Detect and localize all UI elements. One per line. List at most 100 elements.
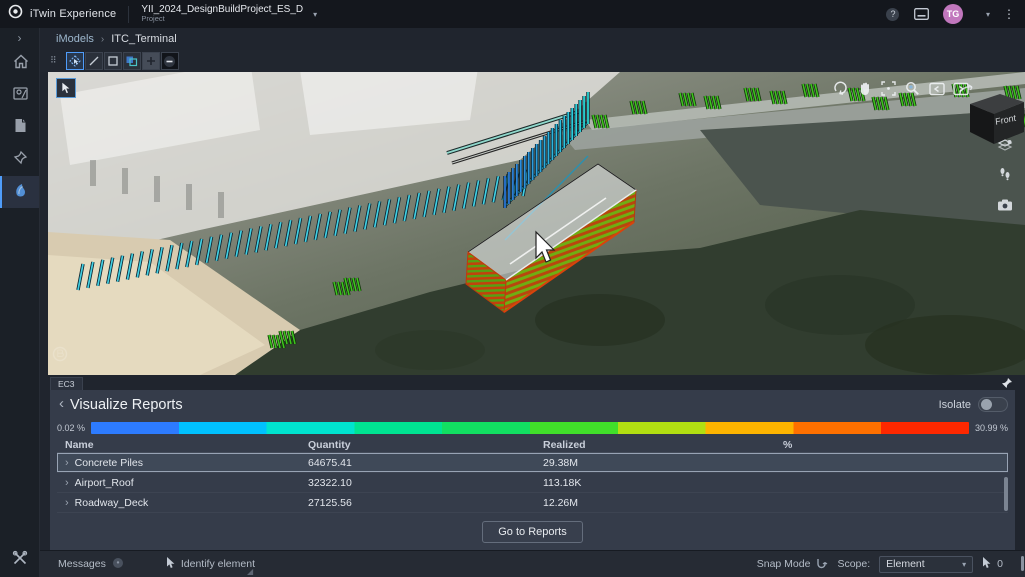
row-quantity: 32322.10 <box>300 477 535 489</box>
table-scrollbar[interactable] <box>1004 477 1008 511</box>
go-to-reports-button[interactable]: Go to Reports <box>482 521 582 543</box>
tab-ec3[interactable]: EC3 <box>50 377 83 390</box>
row-expand-chevron-icon[interactable]: › <box>65 477 69 489</box>
sidebar-item-ec3-active[interactable] <box>0 176 39 208</box>
overlap-squares-tool-button[interactable] <box>123 52 141 70</box>
select-arrow-button[interactable] <box>56 78 76 98</box>
viewport-side-tools <box>996 136 1013 213</box>
identify-cursor-icon <box>166 557 175 572</box>
table-header: Name Quantity Realized % <box>57 437 1008 453</box>
breadcrumb-imodels[interactable]: iModels <box>56 33 94 45</box>
camera-icon[interactable] <box>996 196 1013 213</box>
view-navigation-toolbar <box>832 80 969 97</box>
sidebar-item-pin[interactable] <box>0 144 39 176</box>
isolate-toggle[interactable] <box>978 397 1008 412</box>
left-sidebar: › <box>0 28 40 577</box>
sidebar-tools-button[interactable] <box>0 543 39 577</box>
back-chevron-icon[interactable]: ‹ <box>59 395 64 412</box>
feedback-icon[interactable] <box>914 6 930 22</box>
aerial-3d-scene <box>48 72 1025 375</box>
bottom-panel: EC3 ‹ Visualize Reports Isolate 0.02 % <box>40 375 1025 550</box>
legend-max-label: 30.99 % <box>975 423 1008 433</box>
orbit-view-icon[interactable] <box>832 80 849 97</box>
panel-title: Visualize Reports <box>70 397 183 413</box>
messages-bubble-icon <box>112 557 124 572</box>
toolbar-drag-handle[interactable]: ⠿ <box>50 57 58 64</box>
map-location-icon <box>13 86 28 106</box>
row-realized: 113.18K <box>535 477 775 489</box>
avatar[interactable]: TG <box>943 4 963 24</box>
status-bar: Messages Identify element ◢ Snap Mode Sc… <box>40 550 1025 577</box>
column-realized: Realized <box>535 439 775 451</box>
carbon-app-icon <box>13 182 28 203</box>
row-quantity: 64675.41 <box>300 457 535 469</box>
project-type-label: Project <box>141 15 303 23</box>
sidebar-item-documents[interactable] <box>0 112 39 144</box>
row-name: Concrete Piles <box>75 457 143 469</box>
row-name: Airport_Roof <box>75 477 134 489</box>
line-tool-button[interactable] <box>85 52 103 70</box>
snap-mode-label: Snap Mode <box>757 558 811 570</box>
sidebar-item-home[interactable] <box>0 48 39 80</box>
viewport-3d[interactable]: Front <box>48 72 1025 375</box>
row-expand-chevron-icon[interactable]: › <box>65 497 69 509</box>
remove-tool-button[interactable] <box>161 52 179 70</box>
isolate-label: Isolate <box>939 399 971 411</box>
tool-prompt: Identify element <box>181 558 255 570</box>
messages-button[interactable]: Messages <box>58 557 124 572</box>
column-quantity: Quantity <box>300 439 535 451</box>
scope-caret-icon: ▾ <box>962 560 966 569</box>
kebab-menu-icon[interactable]: ⋮ <box>1003 7 1015 21</box>
divider <box>128 6 129 23</box>
project-caret-icon[interactable]: ▾ <box>313 10 317 19</box>
column-name: Name <box>57 439 300 451</box>
table-row[interactable]: › Roadway_Deck 27125.56 12.26M <box>57 493 1008 513</box>
color-legend: 0.02 % 30.99 % <box>57 419 1008 437</box>
active-tool-indicator: Identify element <box>166 557 255 572</box>
fit-view-icon[interactable] <box>880 80 897 97</box>
select-element-tool-button[interactable] <box>66 52 84 70</box>
column-percent: % <box>775 439 1008 451</box>
pan-hand-icon[interactable] <box>856 80 873 97</box>
sidebar-item-map[interactable] <box>0 80 39 112</box>
legend-gradient-bar <box>91 422 969 434</box>
table-body: › Concrete Piles 64675.41 29.38M › Airpo… <box>57 453 1008 513</box>
app-brand: iTwin Experience <box>8 4 116 24</box>
rectangle-tool-button[interactable] <box>104 52 122 70</box>
viewport-toolbar: ⠿ <box>40 50 1025 72</box>
resize-grip-icon[interactable]: ◢ <box>247 567 253 576</box>
scope-select[interactable]: Element ▾ <box>879 556 973 573</box>
view-cube[interactable]: Front <box>956 82 1025 148</box>
selection-cursor-icon <box>982 557 991 572</box>
toggle-knob <box>981 399 992 410</box>
row-realized: 12.26M <box>535 497 775 509</box>
table-row[interactable]: › Airport_Roof 32322.10 113.18K <box>57 473 1008 493</box>
legend-min-label: 0.02 % <box>57 423 85 433</box>
breadcrumb-separator-icon: › <box>101 34 104 45</box>
project-selector[interactable]: YII_2024_DesignBuildProject_ES_D Project <box>141 4 303 23</box>
table-row[interactable]: › Concrete Piles 64675.41 29.38M <box>57 453 1008 473</box>
avatar-caret-icon[interactable]: ▾ <box>986 10 990 19</box>
row-quantity: 27125.56 <box>300 497 535 509</box>
pin-icon <box>13 150 28 170</box>
snap-mode-button[interactable]: Snap Mode <box>757 557 829 572</box>
selection-count-value: 0 <box>997 558 1003 570</box>
bentley-watermark-icon <box>52 346 68 367</box>
row-name: Roadway_Deck <box>75 497 149 509</box>
visualize-reports-panel: ‹ Visualize Reports Isolate 0.02 % 30.99… <box>50 390 1015 550</box>
walk-footprints-icon[interactable] <box>996 166 1013 183</box>
project-name: YII_2024_DesignBuildProject_ES_D <box>141 4 303 15</box>
statusbar-scroll-tick[interactable] <box>1021 556 1024 571</box>
wrench-icon <box>12 550 28 571</box>
previous-view-icon[interactable] <box>928 80 945 97</box>
sidebar-expand-chevron-icon[interactable]: › <box>0 28 39 48</box>
row-expand-chevron-icon[interactable]: › <box>65 457 69 469</box>
zoom-icon[interactable] <box>904 80 921 97</box>
breadcrumb-current[interactable]: ITC_Terminal <box>111 33 176 45</box>
top-bar: iTwin Experience YII_2024_DesignBuildPro… <box>0 0 1025 28</box>
breadcrumb: iModels › ITC_Terminal <box>40 28 1025 50</box>
help-icon[interactable]: ? <box>885 6 901 22</box>
map-layers-icon[interactable] <box>996 136 1013 153</box>
pin-panel-icon[interactable] <box>1001 376 1013 394</box>
add-tool-button[interactable] <box>142 52 160 70</box>
